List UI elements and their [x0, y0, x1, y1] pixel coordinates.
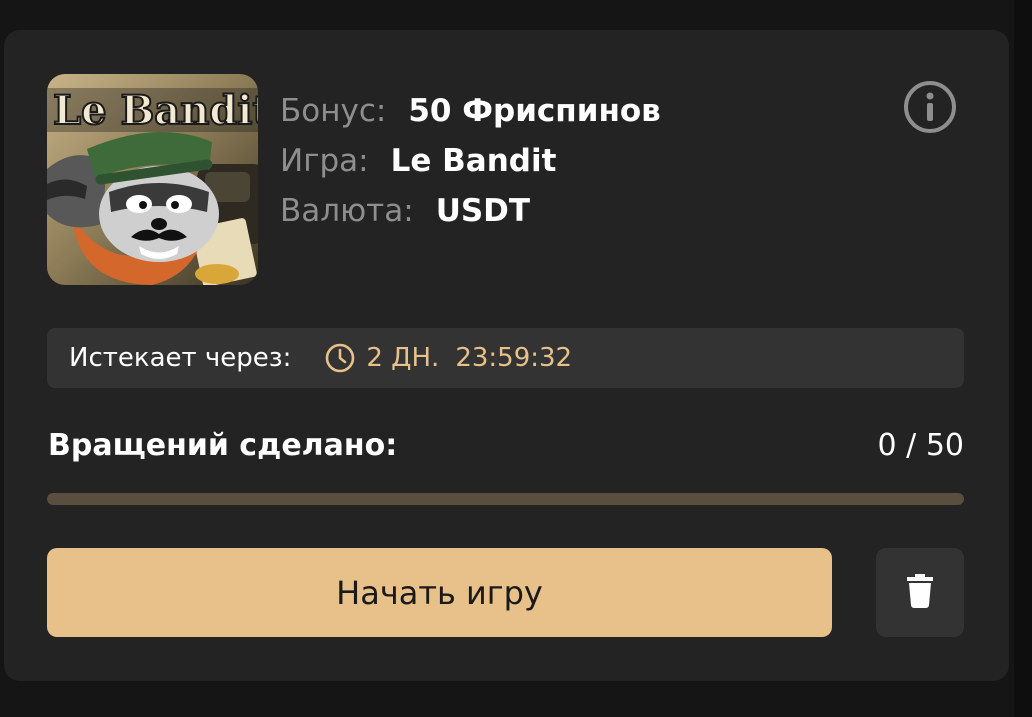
page-edge: [1014, 0, 1032, 717]
bonus-card: Le Bandit Бонус: 50 Фриспинов Игра: Le B…: [4, 30, 1009, 681]
bonus-label: Бонус:: [280, 93, 387, 129]
le-bandit-artwork: Le Bandit: [47, 74, 258, 285]
trash-icon: [905, 572, 935, 614]
expiry-time: 23:59:32: [455, 343, 573, 373]
currency-row: Валюта: USDT: [280, 186, 661, 236]
currency-label: Валюта:: [280, 193, 414, 229]
start-game-button[interactable]: Начать игру: [47, 548, 832, 637]
game-row: Игра: Le Bandit: [280, 136, 661, 186]
currency-value: USDT: [435, 193, 531, 229]
bonus-details: Бонус: 50 Фриспинов Игра: Le Bandit Валю…: [280, 86, 661, 236]
game-value: Le Bandit: [390, 143, 557, 179]
game-thumbnail[interactable]: Le Bandit: [47, 74, 258, 285]
expiry-label: Истекает через:: [69, 343, 292, 373]
bonus-value: 50 Фриспинов: [408, 93, 661, 129]
spins-done-label: Вращений сделано:: [48, 428, 398, 463]
delete-bonus-button[interactable]: [876, 548, 964, 637]
spins-done-count: 0 / 50: [877, 428, 964, 463]
expiry-days: 2 ДН.: [366, 343, 440, 373]
info-circle-icon[interactable]: [902, 79, 958, 135]
spins-progress-bar: [47, 493, 964, 505]
clock-icon: [324, 342, 356, 374]
bonus-row: Бонус: 50 Фриспинов: [280, 86, 661, 136]
expiry-bar: Истекает через: 2 ДН. 23:59:32: [47, 328, 964, 388]
start-game-label: Начать игру: [336, 573, 543, 612]
game-label: Игра:: [280, 143, 369, 179]
game-logo-text: Le Bandit: [53, 87, 258, 134]
